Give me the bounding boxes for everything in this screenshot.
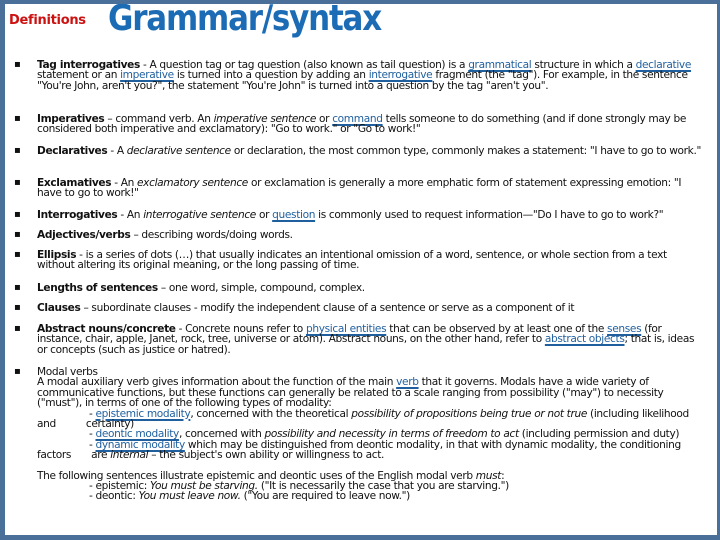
- term: Adjectives/verbs: [37, 229, 131, 241]
- list-item-clauses: Clauses – subordinate clauses - modify t…: [14, 302, 705, 314]
- list-item-exclamatives: Exclamatives - An exclamatory sentence o…: [14, 178, 705, 199]
- term: Interrogatives: [37, 209, 118, 221]
- link-abstract-objects[interactable]: abstract objects: [545, 333, 625, 345]
- example-deontic: - deontic: You must leave now. ("You are…: [89, 490, 410, 503]
- slide: Definitions Grammar/syntax Tag interroga…: [5, 4, 717, 535]
- list-item-declaratives: Declaratives - A declarative sentence or…: [14, 145, 705, 157]
- term: Declaratives: [37, 145, 108, 157]
- page-title: Grammar/syntax: [108, 4, 382, 39]
- list-item-tag-interrogatives: Tag interrogatives - A question tag or t…: [14, 60, 705, 92]
- list-item-lengths-of-sentences: Lengths of sentences – one word, simple,…: [14, 282, 705, 294]
- modality-dynamic: - dynamic modality which may be distingu…: [37, 438, 681, 462]
- list-item-abstract-nouns: Abstract nouns/concrete - Concrete nouns…: [14, 324, 705, 356]
- modality-epistemic: - epistemic modality, concerned with the…: [37, 407, 689, 431]
- list-item-ellipsis: Ellipsis - is a series of dots (…) that …: [14, 250, 705, 271]
- section-label: Definitions: [9, 13, 86, 28]
- list-item-imperatives: Imperatives – command verb. An imperativ…: [14, 114, 705, 135]
- term: Clauses: [37, 302, 81, 314]
- list-item-modal-verbs: Modal verbs A modal auxiliary verb gives…: [14, 366, 705, 503]
- term: Lengths of sentences: [37, 282, 158, 294]
- link-question[interactable]: question: [272, 209, 315, 221]
- modal-description: A modal auxiliary verb gives information…: [37, 376, 664, 410]
- list-item-interrogatives: Interrogatives - An interrogative senten…: [14, 209, 705, 221]
- list-item-adjectives-verbs: Adjectives/verbs – describing words/doin…: [14, 229, 705, 241]
